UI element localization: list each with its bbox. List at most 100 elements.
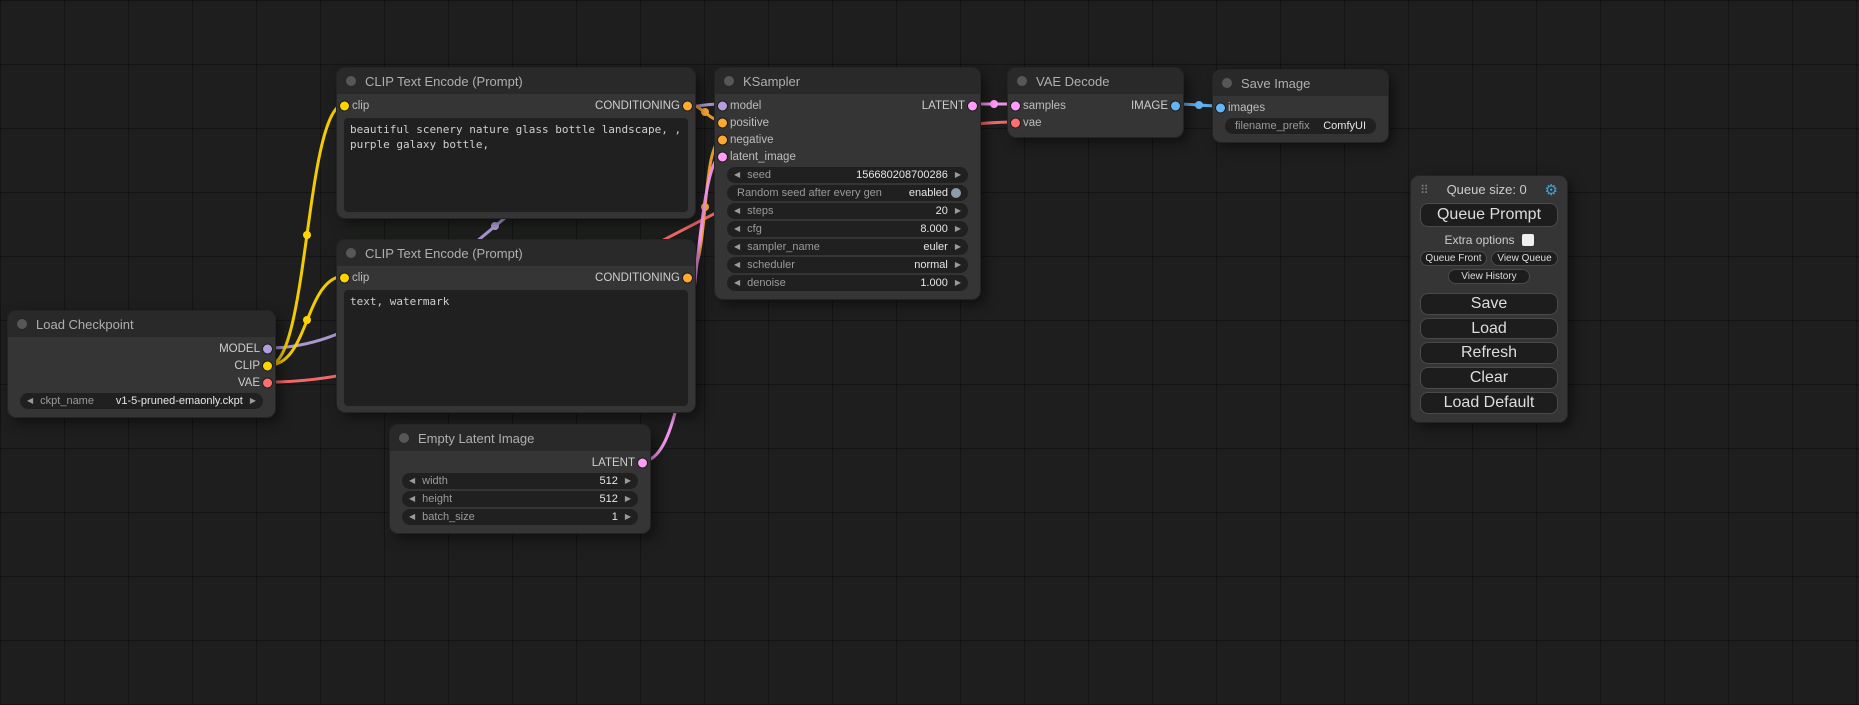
link-dot-model — [491, 222, 499, 230]
output-slot-clip[interactable] — [263, 361, 272, 370]
output-slot-latent-label: LATENT — [592, 457, 635, 469]
refresh-button[interactable]: Refresh — [1420, 342, 1558, 364]
drag-handle-icon[interactable]: ⠿ — [1420, 183, 1429, 197]
toggle-indicator-icon[interactable] — [951, 188, 961, 198]
save-button[interactable]: Save — [1420, 293, 1558, 315]
node-save-image[interactable]: Save Image images filename_prefix ComfyU… — [1213, 70, 1388, 142]
collapse-toggle-icon[interactable] — [346, 76, 356, 86]
link-dot-negative — [701, 203, 709, 211]
input-slot-samples[interactable] — [1011, 101, 1020, 110]
output-slot-vae[interactable] — [263, 378, 272, 387]
input-slot-clip[interactable] — [340, 273, 349, 282]
view-queue-button[interactable]: View Queue — [1491, 251, 1558, 266]
widget-value: 1.000 — [920, 277, 948, 289]
node-clip-text-encode-positive[interactable]: CLIP Text Encode (Prompt) clip CONDITION… — [337, 68, 695, 218]
widget-steps[interactable]: ◀ steps 20 ▶ — [727, 203, 968, 219]
collapse-toggle-icon[interactable] — [1017, 76, 1027, 86]
decrement-arrow-icon[interactable]: ◀ — [409, 495, 415, 503]
decrement-arrow-icon[interactable]: ◀ — [27, 397, 33, 405]
load-button[interactable]: Load — [1420, 318, 1558, 340]
output-slot-conditioning[interactable] — [683, 273, 692, 282]
clear-button[interactable]: Clear — [1420, 367, 1558, 389]
extra-options-checkbox[interactable] — [1522, 234, 1534, 246]
collapse-toggle-icon[interactable] — [724, 76, 734, 86]
node-title-bar[interactable]: CLIP Text Encode (Prompt) — [337, 68, 695, 94]
widget-width[interactable]: ◀ width 512 ▶ — [402, 473, 638, 489]
input-slot-negative[interactable] — [718, 135, 727, 144]
input-slot-latent-image[interactable] — [718, 152, 727, 161]
decrement-arrow-icon[interactable]: ◀ — [409, 477, 415, 485]
load-default-button[interactable]: Load Default — [1420, 392, 1558, 414]
queue-actions-row: Queue Front View Queue — [1420, 251, 1558, 266]
widget-height[interactable]: ◀ height 512 ▶ — [402, 491, 638, 507]
node-ksampler[interactable]: KSampler model LATENT positive negative … — [715, 68, 980, 299]
node-graph-canvas[interactable]: Load Checkpoint MODEL CLIP VAE ◀ ckpt_na… — [0, 0, 1859, 705]
input-slot-positive[interactable] — [718, 118, 727, 127]
decrement-arrow-icon[interactable]: ◀ — [734, 225, 740, 233]
collapse-toggle-icon[interactable] — [17, 319, 27, 329]
output-slot-latent[interactable] — [638, 458, 647, 467]
widget-batch-size[interactable]: ◀ batch_size 1 ▶ — [402, 509, 638, 525]
view-history-button[interactable]: View History — [1448, 269, 1529, 284]
input-slot-model[interactable] — [718, 101, 727, 110]
node-load-checkpoint[interactable]: Load Checkpoint MODEL CLIP VAE ◀ ckpt_na… — [8, 311, 275, 417]
queue-prompt-button[interactable]: Queue Prompt — [1420, 203, 1558, 227]
widget-filename-prefix[interactable]: filename_prefix ComfyUI — [1225, 118, 1376, 134]
input-slot-clip[interactable] — [340, 101, 349, 110]
increment-arrow-icon[interactable]: ▶ — [625, 495, 631, 503]
output-slot-image[interactable] — [1171, 101, 1180, 110]
widget-random-seed-toggle[interactable]: Random seed after every gen enabled — [727, 185, 968, 201]
collapse-toggle-icon[interactable] — [346, 248, 356, 258]
node-title-bar[interactable]: KSampler — [715, 68, 980, 94]
output-slot-model[interactable] — [263, 344, 272, 353]
settings-gear-icon[interactable]: ⚙ — [1545, 181, 1558, 199]
decrement-arrow-icon[interactable]: ◀ — [409, 513, 415, 521]
queue-front-button[interactable]: Queue Front — [1420, 251, 1487, 266]
widget-scheduler[interactable]: ◀ scheduler normal ▶ — [727, 257, 968, 273]
decrement-arrow-icon[interactable]: ◀ — [734, 243, 740, 251]
collapse-toggle-icon[interactable] — [399, 433, 409, 443]
queue-panel: ⠿ Queue size: 0 ⚙ Queue Prompt Extra opt… — [1411, 176, 1567, 422]
prompt-textarea[interactable]: text, watermark — [344, 290, 688, 406]
node-title: Empty Latent Image — [418, 431, 534, 446]
node-title-bar[interactable]: CLIP Text Encode (Prompt) — [337, 240, 695, 266]
increment-arrow-icon[interactable]: ▶ — [955, 171, 961, 179]
node-clip-text-encode-negative[interactable]: CLIP Text Encode (Prompt) clip CONDITION… — [337, 240, 695, 412]
node-title-bar[interactable]: Empty Latent Image — [390, 425, 650, 451]
widget-denoise[interactable]: ◀ denoise 1.000 ▶ — [727, 275, 968, 291]
widget-cfg[interactable]: ◀ cfg 8.000 ▶ — [727, 221, 968, 237]
node-body: samples IMAGE vae — [1008, 94, 1183, 137]
increment-arrow-icon[interactable]: ▶ — [955, 207, 961, 215]
decrement-arrow-icon[interactable]: ◀ — [734, 279, 740, 287]
output-slot-latent[interactable] — [968, 101, 977, 110]
increment-arrow-icon[interactable]: ▶ — [955, 279, 961, 287]
node-body: clip CONDITIONING text, watermark — [337, 266, 695, 416]
input-slot-vae[interactable] — [1011, 118, 1020, 127]
decrement-arrow-icon[interactable]: ◀ — [734, 207, 740, 215]
output-slot-conditioning[interactable] — [683, 101, 692, 110]
node-title: VAE Decode — [1036, 74, 1109, 89]
node-empty-latent-image[interactable]: Empty Latent Image LATENT ◀ width 512 ▶ … — [390, 425, 650, 533]
node-vae-decode[interactable]: VAE Decode samples IMAGE vae — [1008, 68, 1183, 137]
increment-arrow-icon[interactable]: ▶ — [250, 397, 256, 405]
input-slot-images[interactable] — [1216, 103, 1225, 112]
node-title-bar[interactable]: Save Image — [1213, 70, 1388, 96]
node-title-bar[interactable]: VAE Decode — [1008, 68, 1183, 94]
widget-ckpt-name[interactable]: ◀ ckpt_name v1-5-pruned-emaonly.ckpt ▶ — [20, 393, 263, 409]
slot-row: MODEL — [8, 340, 275, 357]
collapse-toggle-icon[interactable] — [1222, 78, 1232, 88]
widget-sampler-name[interactable]: ◀ sampler_name euler ▶ — [727, 239, 968, 255]
input-slot-latent-image-label: latent_image — [730, 151, 796, 163]
increment-arrow-icon[interactable]: ▶ — [625, 513, 631, 521]
widget-value: v1-5-pruned-emaonly.ckpt — [116, 395, 243, 407]
prompt-textarea[interactable]: beautiful scenery nature glass bottle la… — [344, 118, 688, 212]
decrement-arrow-icon[interactable]: ◀ — [734, 261, 740, 269]
increment-arrow-icon[interactable]: ▶ — [955, 261, 961, 269]
decrement-arrow-icon[interactable]: ◀ — [734, 171, 740, 179]
increment-arrow-icon[interactable]: ▶ — [625, 477, 631, 485]
extra-options-label: Extra options — [1444, 233, 1514, 247]
widget-seed[interactable]: ◀ seed 156680208700286 ▶ — [727, 167, 968, 183]
increment-arrow-icon[interactable]: ▶ — [955, 243, 961, 251]
increment-arrow-icon[interactable]: ▶ — [955, 225, 961, 233]
node-title-bar[interactable]: Load Checkpoint — [8, 311, 275, 337]
